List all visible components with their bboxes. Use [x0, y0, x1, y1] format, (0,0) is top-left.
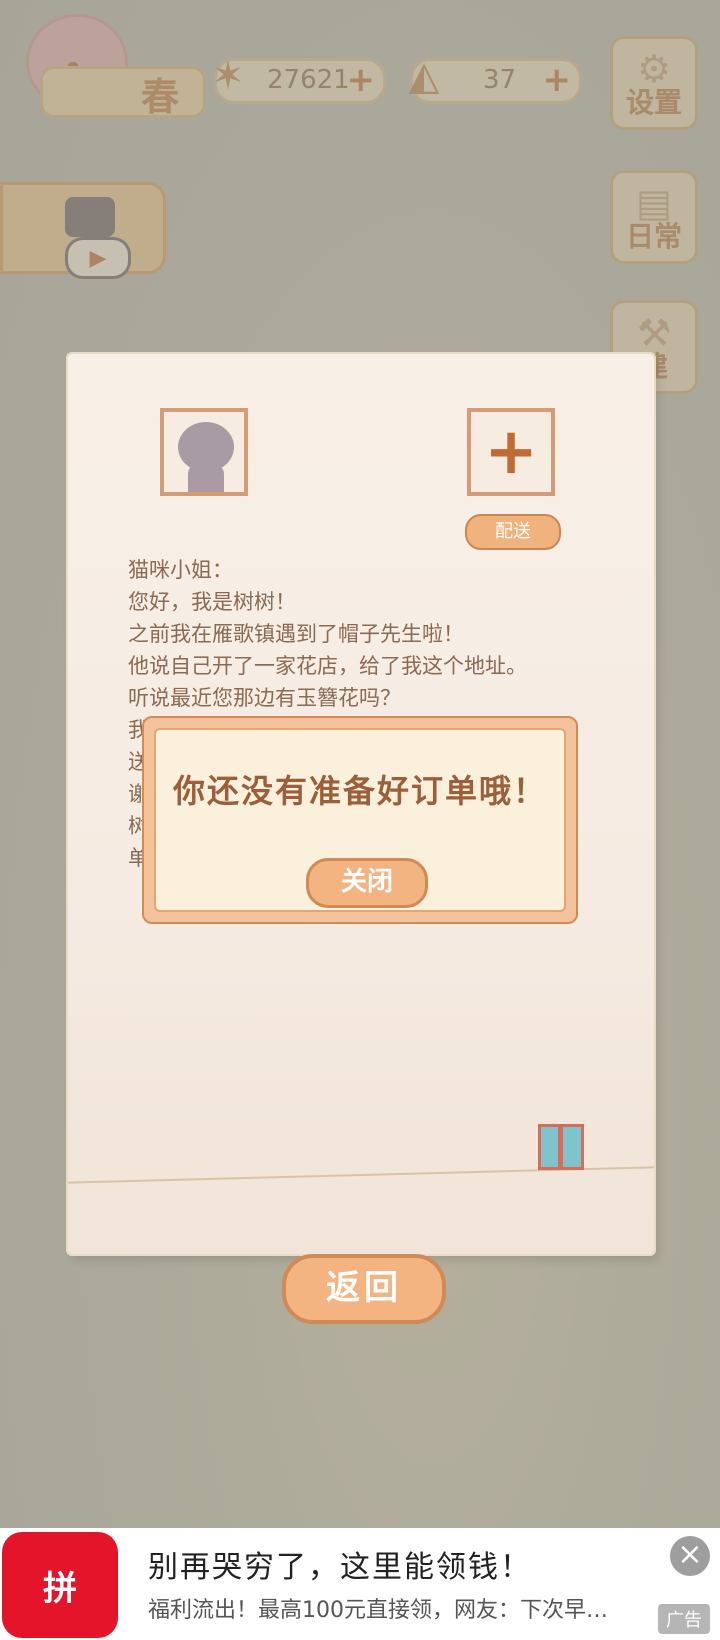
letter-line: 听说最近您那边有玉簪花吗？ — [128, 686, 401, 710]
deliver-button[interactable]: 配送 — [465, 514, 561, 550]
close-button[interactable]: 关闭 — [306, 858, 428, 908]
plus-icon: + — [484, 415, 538, 489]
back-button[interactable]: 返回 — [282, 1254, 446, 1324]
alert-message: 你还没有准备好订单哦！ — [172, 772, 547, 810]
letter-line: 您好，我是树树！ — [128, 590, 296, 614]
ad-description[interactable]: 福利流出！最高100元直接领，网友：下次早… — [148, 1592, 648, 1624]
customer-avatar — [160, 408, 248, 496]
ad-banner[interactable]: 拼 别再哭穷了，这里能领钱！ 福利流出！最高100元直接领，网友：下次早… × … — [0, 1528, 720, 1640]
alert-dialog: 你还没有准备好订单哦！ 关闭 — [142, 716, 578, 924]
letter-line: 之前我在雁歌镇遇到了帽子先生啦！ — [128, 622, 464, 646]
close-ad-icon[interactable]: × — [670, 1536, 710, 1576]
gift-icon[interactable] — [538, 1124, 584, 1170]
add-item-slot[interactable]: + — [467, 408, 555, 496]
ad-logo[interactable]: 拼 — [2, 1532, 118, 1638]
ad-title[interactable]: 别再哭穷了，这里能领钱！ — [148, 1542, 532, 1586]
ad-tag: 广告 — [658, 1604, 710, 1634]
letter-line: 猫咪小姐： — [128, 558, 233, 582]
letter-line: 他说自己开了一家花店，给了我这个地址。 — [128, 654, 527, 678]
